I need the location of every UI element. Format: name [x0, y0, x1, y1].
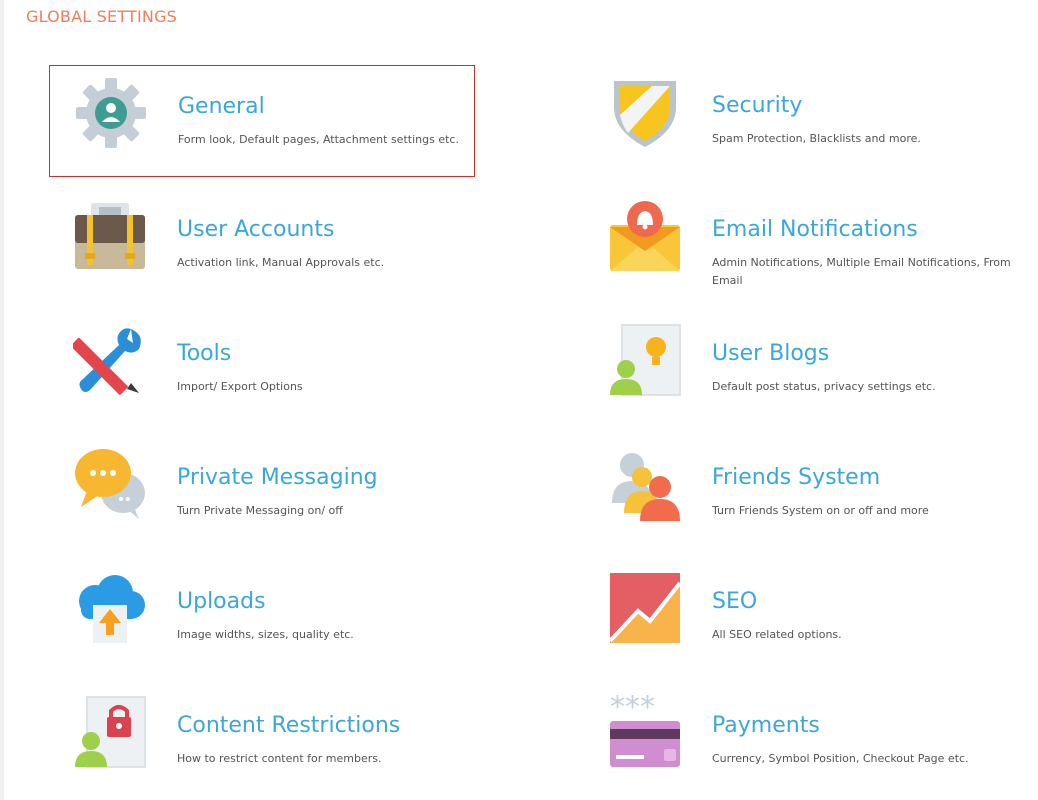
credit-card-icon: ***: [608, 695, 682, 769]
settings-tile-label: Content Restrictions: [177, 713, 401, 738]
settings-tile-user-accounts[interactable]: User Accounts Activation link, Manual Ap…: [49, 189, 475, 301]
settings-tile-tools[interactable]: Tools Import/ Export Options: [49, 313, 475, 425]
briefcase-icon: [73, 199, 147, 273]
friends-icon: [608, 447, 682, 521]
settings-tile-general[interactable]: General Form look, Default pages, Attach…: [49, 65, 475, 177]
settings-tile-description: Currency, Symbol Position, Checkout Page…: [712, 752, 969, 765]
settings-tile-description: Import/ Export Options: [177, 380, 303, 393]
svg-text:***: ***: [610, 695, 655, 725]
settings-tile-description: How to restrict content for members.: [177, 752, 382, 765]
content-lock-icon: [73, 695, 147, 769]
seo-graph-icon: [608, 571, 682, 645]
settings-tile-label: User Blogs: [712, 341, 830, 366]
gear-user-icon: [74, 76, 148, 150]
settings-tile-label: General: [178, 94, 265, 119]
settings-tile-friends-system[interactable]: Friends System Turn Friends System on or…: [584, 437, 1010, 549]
settings-tile-label: Friends System: [712, 465, 881, 490]
settings-tile-description: Default post status, privacy settings et…: [712, 380, 936, 393]
settings-tile-label: Uploads: [177, 589, 266, 614]
settings-tile-seo[interactable]: SEO All SEO related options.: [584, 561, 1010, 673]
settings-tile-payments[interactable]: *** Payments Currency, Symbol Position, …: [584, 685, 1010, 797]
settings-tile-email-notifications[interactable]: Email Notifications Admin Notifications,…: [584, 189, 1011, 301]
settings-tile-description: All SEO related options.: [712, 628, 842, 641]
settings-tile-description: Turn Private Messaging on/ off: [177, 504, 343, 517]
pencil-wrench-icon: [73, 323, 147, 397]
settings-tile-description: Form look, Default pages, Attachment set…: [178, 133, 459, 146]
settings-tile-description: Activation link, Manual Approvals etc.: [177, 256, 385, 269]
cloud-upload-icon: [73, 571, 147, 645]
settings-tile-label: Private Messaging: [177, 465, 378, 490]
settings-tile-label: User Accounts: [177, 217, 335, 242]
envelope-bell-icon: [608, 199, 682, 273]
global-settings-page: GLOBAL SETTINGS General Form look, Defau…: [0, 0, 1038, 800]
settings-tile-uploads[interactable]: Uploads Image widths, sizes, quality etc…: [49, 561, 475, 673]
settings-tile-label: Tools: [177, 341, 232, 366]
settings-tile-label: Payments: [712, 713, 820, 738]
settings-tile-description: Image widths, sizes, quality etc.: [177, 628, 354, 641]
settings-tile-security[interactable]: Security Spam Protection, Blacklists and…: [584, 65, 1010, 177]
chat-bubbles-icon: [73, 447, 147, 521]
settings-tile-content-restrictions[interactable]: Content Restrictions How to restrict con…: [49, 685, 475, 797]
settings-tile-description: Spam Protection, Blacklists and more.: [712, 132, 921, 145]
settings-tile-label: Security: [712, 93, 803, 118]
settings-tile-description: Admin Notifications, Multiple Email Noti…: [712, 256, 1011, 287]
settings-tile-private-messaging[interactable]: Private Messaging Turn Private Messaging…: [49, 437, 475, 549]
settings-grid: General Form look, Default pages, Attach…: [0, 0, 1038, 800]
shield-icon: [608, 75, 682, 149]
settings-tile-description: Turn Friends System on or off and more: [712, 504, 929, 517]
settings-tile-label: Email Notifications: [712, 217, 918, 242]
blog-idea-icon: [608, 323, 682, 397]
settings-tile-user-blogs[interactable]: User Blogs Default post status, privacy …: [584, 313, 1010, 425]
settings-tile-label: SEO: [712, 589, 758, 614]
